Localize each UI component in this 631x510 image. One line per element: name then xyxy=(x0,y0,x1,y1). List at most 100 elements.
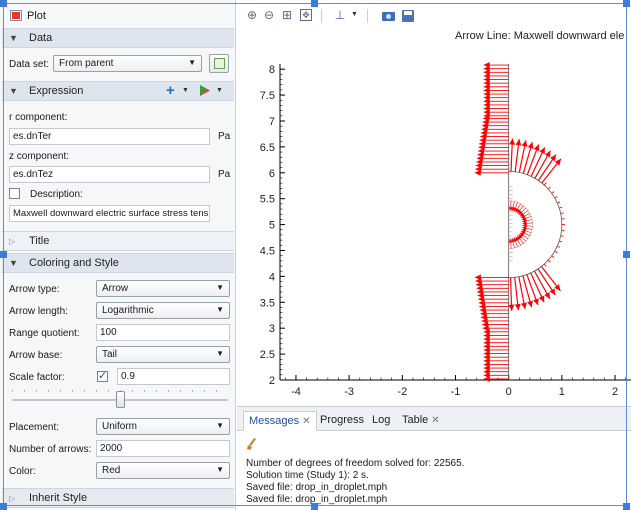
replace-expression-icon[interactable] xyxy=(200,85,210,96)
chevron-down-icon[interactable]: ▼ xyxy=(182,87,189,94)
dataset-select[interactable]: From parent ▼ xyxy=(53,55,202,72)
toolbar-divider xyxy=(367,9,368,23)
description-checkbox[interactable] xyxy=(9,188,20,199)
arrow-head xyxy=(527,142,534,149)
arrow-head xyxy=(554,284,561,291)
collapse-triangle-icon: ▼ xyxy=(9,33,18,43)
placement-select[interactable]: Uniform ▼ xyxy=(96,418,230,435)
tab-log[interactable]: Log xyxy=(367,411,395,431)
range-quotient-input[interactable]: 100 xyxy=(96,324,230,341)
coloring-section-header[interactable]: ▼ Coloring and Style xyxy=(2,253,234,273)
data-section-header[interactable]: ▼ Data xyxy=(2,28,234,48)
tab-messages[interactable]: Messages ✕ xyxy=(243,411,317,431)
r-component-input[interactable]: es.dnTer xyxy=(9,128,210,145)
chevron-down-icon: ▼ xyxy=(216,421,224,430)
dataset-label: Data set: xyxy=(9,59,50,70)
resize-handle[interactable] xyxy=(0,251,7,258)
arrow-head xyxy=(521,140,528,147)
zoom-box-icon[interactable]: ⊞ xyxy=(280,8,294,22)
z-component-input[interactable]: es.dnTez xyxy=(9,166,210,183)
scale-factor-input[interactable]: 0.9 xyxy=(117,368,230,385)
scale-factor-slider[interactable] xyxy=(12,386,228,412)
y-tick-label: 2.5 xyxy=(260,349,275,361)
chevron-down-icon[interactable]: ▼ xyxy=(351,11,358,18)
print-icon[interactable] xyxy=(402,10,414,22)
arrow-head xyxy=(550,154,556,162)
chevron-down-icon[interactable]: ▼ xyxy=(216,87,223,94)
data-section-title: Data xyxy=(29,32,53,44)
inherit-style-section-header[interactable]: ▷ Inherit Style xyxy=(2,488,234,508)
title-section-header[interactable]: ▷ Title xyxy=(2,231,234,251)
plot-area[interactable]: Arrow Line: Maxwell downward ele 2 2.5 3 3.… xyxy=(237,30,631,404)
y-tick-label: 7 xyxy=(269,116,275,128)
coloring-section-title: Coloring and Style xyxy=(29,257,119,269)
z-component-label: z component: xyxy=(9,151,70,162)
inherit-style-title: Inherit Style xyxy=(29,492,88,504)
number-of-arrows-input[interactable]: 2000 xyxy=(96,440,230,457)
y-tick-label: 4.5 xyxy=(260,245,275,257)
expression-section-header[interactable]: ▼ Expression + ▼ ▼ xyxy=(2,81,234,101)
y-tick-label: 5 xyxy=(269,220,275,232)
dataset-select-value: From parent xyxy=(59,58,114,69)
toolbar-divider xyxy=(321,9,322,23)
scale-factor-label: Scale factor: xyxy=(9,372,65,383)
chevron-down-icon: ▼ xyxy=(188,58,196,67)
arrow-type-value: Arrow xyxy=(102,283,129,294)
tab-progress[interactable]: Progress xyxy=(315,411,369,431)
plot-node-icon xyxy=(10,10,22,21)
droplet-outline xyxy=(508,171,563,279)
messages-tabbar: Messages ✕ Progress Log Table ✕ xyxy=(237,407,631,431)
zoom-extents-icon[interactable]: ✥ xyxy=(300,9,312,21)
arrow-head xyxy=(515,139,522,146)
camera-icon[interactable] xyxy=(382,12,395,21)
axis-orientation-icon[interactable]: ⊥ xyxy=(333,8,347,22)
color-select[interactable]: Red ▼ xyxy=(96,462,230,479)
x-tick-label: -3 xyxy=(344,386,354,398)
tab-table[interactable]: Table ✕ xyxy=(397,411,445,431)
resize-handle[interactable] xyxy=(0,0,7,7)
message-line: Solution time (Study 1): 2 s. xyxy=(246,470,369,481)
arrow-plot[interactable]: 2 2.5 3 3.5 4 4.5 5 5.5 6 6.5 7 7.5 8 -4 -3 -2 -1 0 1 2 xyxy=(237,30,631,404)
arrow-length-select[interactable]: Logarithmic ▼ xyxy=(96,302,230,319)
graphics-toolbar: ⊕ ⊖ ⊞ ✥ ⊥ ▼ xyxy=(237,0,631,30)
y-tick-label: 8 xyxy=(269,64,275,76)
description-label: Description: xyxy=(30,189,83,200)
title-section-title: Title xyxy=(29,235,50,247)
arrow-head xyxy=(474,274,481,281)
arrow-head xyxy=(527,300,533,308)
number-of-arrows-label: Number of arrows: xyxy=(9,444,92,455)
arrow-base-select[interactable]: Tail ▼ xyxy=(96,346,230,363)
resize-handle[interactable] xyxy=(0,503,7,510)
y-tick-label: 5.5 xyxy=(260,194,275,206)
resize-handle[interactable] xyxy=(623,503,630,510)
slider-thumb[interactable] xyxy=(115,391,125,408)
x-tick-label: -4 xyxy=(291,386,301,398)
message-line: Saved file: drop_in_droplet.mph xyxy=(246,482,388,493)
expression-section-title: Expression xyxy=(29,85,84,97)
tab-log-label: Log xyxy=(372,414,391,426)
add-expression-icon[interactable]: + xyxy=(166,82,175,99)
description-input[interactable]: Maxwell downward electric surface stress… xyxy=(9,205,210,222)
chevron-down-icon: ▼ xyxy=(216,305,224,314)
zoom-in-icon[interactable]: ⊕ xyxy=(245,8,259,22)
placement-label: Placement: xyxy=(9,422,60,433)
resize-handle[interactable] xyxy=(623,0,630,7)
arrow-type-select[interactable]: Arrow ▼ xyxy=(96,280,230,297)
x-tick-label: 0 xyxy=(506,386,512,398)
x-tick-label: 1 xyxy=(559,386,565,398)
arrow-type-label: Arrow type: xyxy=(9,284,60,295)
resize-handle[interactable] xyxy=(311,503,318,510)
arrow-base-value: Tail xyxy=(102,349,118,360)
tab-messages-label: Messages xyxy=(249,415,300,427)
zoom-out-icon[interactable]: ⊖ xyxy=(262,8,276,22)
x-tick-label: -2 xyxy=(397,386,407,398)
close-icon[interactable]: ✕ xyxy=(302,416,310,427)
settings-panel: Plot ▼ Data Data set: From parent ▼ ▼ Ex… xyxy=(0,0,236,510)
scale-factor-checkbox[interactable] xyxy=(97,369,108,382)
goto-source-button[interactable] xyxy=(209,54,229,73)
arrow-head xyxy=(483,62,490,69)
resize-handle[interactable] xyxy=(623,251,630,258)
close-icon[interactable]: ✕ xyxy=(431,415,439,426)
clear-messages-icon[interactable] xyxy=(247,438,256,450)
resize-handle[interactable] xyxy=(311,0,318,7)
